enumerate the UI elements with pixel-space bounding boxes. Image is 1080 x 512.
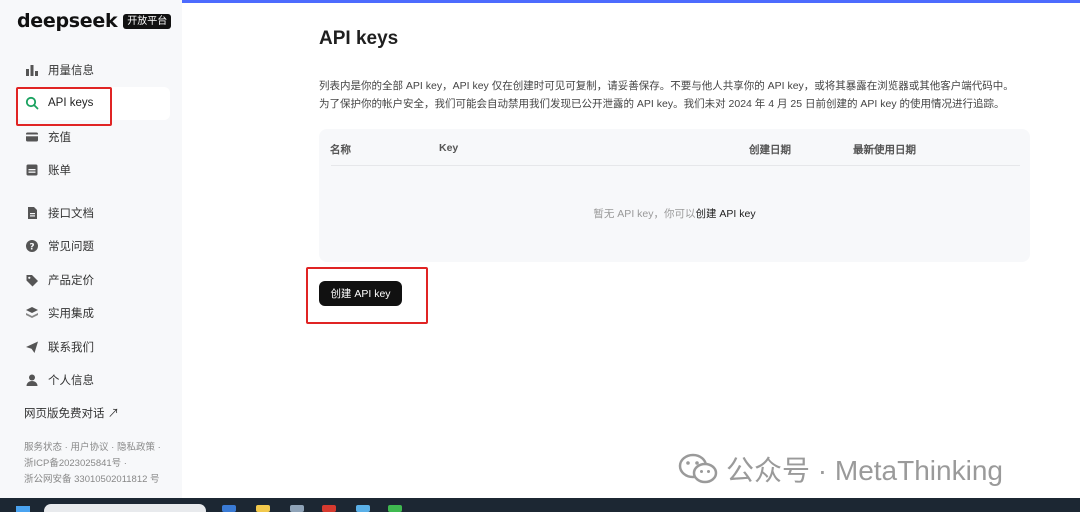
user-icon xyxy=(25,373,39,387)
taskbar-app-icon[interactable] xyxy=(388,505,402,512)
watermark-text: 公众号 · MetaThinking xyxy=(726,455,1003,486)
taskbar-search-input[interactable] xyxy=(44,504,206,512)
sidebar-item-faq[interactable]: ? 常见问题 xyxy=(16,230,170,264)
document-icon xyxy=(25,206,39,220)
column-header-last-used: 最新使用日期 xyxy=(853,144,916,156)
brand-logo: deepseek xyxy=(17,10,118,32)
sidebar-item-api-keys[interactable]: API keys xyxy=(16,86,170,120)
service-status-link[interactable]: 服务状态 xyxy=(24,442,62,453)
sidebar-item-label: 产品定价 xyxy=(48,274,94,287)
sidebar-item-label: 接口文档 xyxy=(48,207,94,220)
create-api-key-button[interactable]: 创建 API key xyxy=(319,281,402,306)
card-icon xyxy=(25,130,39,144)
api-keys-table: 名称 Key 创建日期 最新使用日期 暂无 API key，你可以创建 API … xyxy=(319,129,1030,262)
taskbar-app-icon[interactable] xyxy=(322,505,336,512)
description-line: 为了保护你的帐户安全，我们可能会自动禁用我们发现已公开泄露的 API key。我… xyxy=(319,98,1005,110)
sidebar-item-pricing[interactable]: 产品定价 xyxy=(16,263,170,297)
empty-state-text: 暂无 API key，你可以 xyxy=(593,208,696,220)
sidebar-item-label: 常见问题 xyxy=(48,241,94,254)
sidebar: deepseek 开放平台 用量信息 API keys 充值 账单 接口文档 ?… xyxy=(0,0,182,498)
layers-icon xyxy=(25,306,39,320)
watermark: 公众号 · MetaThinking xyxy=(678,449,1003,489)
page-description: 列表内是你的全部 API key，API key 仅在创建时可见可复制，请妥善保… xyxy=(319,77,1039,113)
send-icon xyxy=(25,340,39,354)
icp-record[interactable]: 浙ICP备2023025841号 · xyxy=(24,456,161,472)
police-record[interactable]: 浙公网安备 33010502011812 号 xyxy=(24,472,161,488)
page-title: API keys xyxy=(319,28,399,49)
sidebar-item-usage[interactable]: 用量信息 xyxy=(16,53,170,87)
search-icon xyxy=(25,96,39,110)
description-line: 列表内是你的全部 API key，API key 仅在创建时可见可复制，请妥善保… xyxy=(319,80,1014,92)
taskbar-app-icon[interactable] xyxy=(356,505,370,512)
sidebar-item-recharge[interactable]: 充值 xyxy=(16,120,170,154)
sidebar-item-label: 充值 xyxy=(48,131,71,144)
empty-state: 暂无 API key，你可以创建 API key xyxy=(319,206,1030,221)
sidebar-item-label: 用量信息 xyxy=(48,64,94,77)
user-agreement-link[interactable]: 用户协议 xyxy=(70,442,108,453)
windows-start-icon[interactable] xyxy=(16,506,30,512)
taskbar-app-icon[interactable] xyxy=(256,505,270,512)
sidebar-item-label: 个人信息 xyxy=(48,375,94,388)
bill-icon xyxy=(25,163,39,177)
sidebar-item-label: 联系我们 xyxy=(48,341,94,354)
sidebar-footer: 服务状态 · 用户协议 · 隐私政策 · 浙ICP备2023025841号 · … xyxy=(24,440,161,488)
question-icon: ? xyxy=(25,239,39,253)
sidebar-item-label: 账单 xyxy=(48,165,71,178)
bar-chart-icon xyxy=(25,63,39,77)
privacy-policy-link[interactable]: 隐私政策 xyxy=(117,442,155,453)
column-header-name: 名称 xyxy=(330,144,351,156)
column-header-created: 创建日期 xyxy=(749,144,791,156)
svg-text:?: ? xyxy=(29,243,34,253)
column-header-key: Key xyxy=(439,142,459,154)
tag-icon xyxy=(25,273,39,287)
wechat-icon xyxy=(678,453,718,484)
sidebar-item-docs[interactable]: 接口文档 xyxy=(16,196,170,230)
taskbar-app-icon[interactable] xyxy=(222,505,236,512)
sidebar-item-integrations[interactable]: 实用集成 xyxy=(16,297,170,331)
empty-state-create-link[interactable]: 创建 API key xyxy=(696,208,756,220)
header-divider xyxy=(331,165,1020,166)
web-chat-link[interactable]: 网页版免费对话 ↗ xyxy=(24,405,119,421)
os-taskbar xyxy=(0,498,1080,512)
brand[interactable]: deepseek 开放平台 xyxy=(17,10,172,32)
taskbar-app-icon[interactable] xyxy=(290,505,304,512)
sidebar-nav: 用量信息 API keys 充值 账单 接口文档 ? 常见问题 产品定价 实用集… xyxy=(16,53,170,397)
sidebar-item-profile[interactable]: 个人信息 xyxy=(16,364,170,398)
sidebar-item-label: 实用集成 xyxy=(48,308,94,321)
sidebar-item-bills[interactable]: 账单 xyxy=(16,154,170,188)
platform-badge: 开放平台 xyxy=(123,13,172,29)
sidebar-item-label: API keys xyxy=(48,97,94,110)
sidebar-item-contact[interactable]: 联系我们 xyxy=(16,330,170,364)
